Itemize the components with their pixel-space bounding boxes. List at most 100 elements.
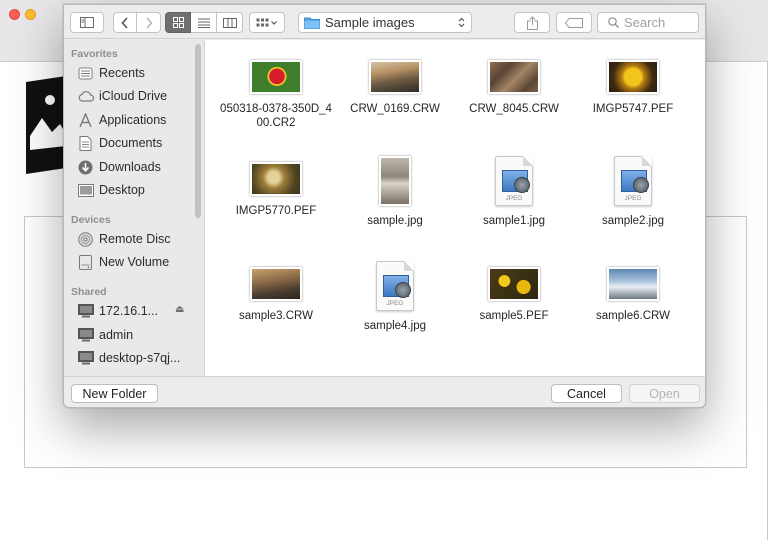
sidebar-item-label: Downloads [99, 160, 161, 174]
file-type-label: JPEG [624, 195, 642, 202]
file-item[interactable]: IMGP5770.PEF [218, 162, 334, 218]
desktop-icon [77, 183, 94, 197]
column-view-button[interactable] [217, 12, 243, 33]
share-icon [526, 15, 538, 30]
sidebar-item-shared-ip[interactable]: 172.16.1... ⏏ [77, 301, 184, 321]
sidebar-item-label: Recents [99, 66, 145, 80]
grid-view-icon [172, 17, 184, 28]
sidebar-icon [80, 17, 94, 28]
sidebar-item-label: Remote Disc [99, 232, 171, 246]
sidebar-item-recents[interactable]: Recents [77, 63, 145, 83]
eject-icon[interactable]: ⏏ [175, 304, 184, 315]
chevron-left-icon [121, 16, 128, 29]
document-icon [79, 135, 92, 151]
file-item[interactable]: CRW_0169.CRW [337, 60, 453, 116]
file-name: sample.jpg [367, 215, 423, 227]
file-name: sample1.jpg [482, 215, 545, 227]
sidebar-item-documents[interactable]: Documents [77, 133, 162, 153]
file-name: sample3.CRW [239, 310, 313, 322]
chevron-right-icon [145, 16, 153, 29]
file-thumbnail [250, 162, 302, 196]
sidebar-item-applications[interactable]: Applications [77, 110, 166, 130]
sidebar-item-label: 172.16.1... [99, 304, 159, 318]
sidebar-section-devices: Devices [71, 214, 111, 226]
back-button[interactable] [113, 12, 137, 33]
share-button[interactable] [514, 12, 550, 33]
sidebar-item-icloud-drive[interactable]: iCloud Drive [77, 86, 167, 106]
file-item[interactable]: sample6.CRW [575, 267, 691, 323]
file-thumbnail [250, 267, 302, 301]
sidebar-item-label: Desktop [99, 183, 145, 197]
file-item[interactable]: JPEG sample1.jpg [456, 156, 572, 228]
file-name: CRW_8045.CRW [469, 103, 559, 115]
drive-icon [79, 254, 92, 270]
file-type-label: JPEG [386, 300, 404, 307]
sidebar-item-new-volume[interactable]: New Volume [77, 252, 169, 272]
computer-icon [77, 351, 94, 365]
new-folder-button[interactable]: New Folder [71, 384, 158, 403]
file-item[interactable]: 050318-0378-350D_400.CR2 [218, 60, 334, 130]
open-button[interactable]: Open [629, 384, 700, 403]
cancel-button[interactable]: Cancel [551, 384, 622, 403]
file-thumbnail [488, 267, 540, 301]
sidebar-item-remote-disc[interactable]: Remote Disc [77, 229, 171, 249]
forward-button[interactable] [137, 12, 161, 33]
file-item[interactable]: sample3.CRW [218, 267, 334, 323]
file-item[interactable]: sample.jpg [337, 156, 453, 228]
disc-icon [78, 231, 93, 247]
arrange-menu-button[interactable] [249, 12, 285, 33]
icon-view-button[interactable] [165, 12, 191, 33]
jpeg-document-icon: JPEG [614, 156, 652, 206]
file-name: sample4.jpg [363, 320, 426, 332]
file-thumbnail [607, 60, 659, 94]
chevron-updown-icon [458, 17, 465, 28]
file-name: IMGP5770.PEF [235, 205, 317, 217]
column-view-icon [222, 17, 237, 28]
file-item[interactable]: IMGP5747.PEF [575, 60, 691, 116]
sidebar-item-desktop[interactable]: Desktop [77, 180, 145, 200]
sidebar-section-shared: Shared [71, 286, 107, 298]
search-placeholder: Search [624, 15, 666, 30]
list-view-icon [197, 18, 210, 28]
close-window-button[interactable] [9, 9, 20, 20]
open-file-dialog: Sample images Search Favorites Recents i… [63, 4, 706, 408]
search-icon [608, 17, 619, 28]
sidebar-item-label: Applications [99, 113, 167, 127]
tag-icon [565, 17, 583, 28]
location-label: Sample images [325, 15, 415, 30]
sidebar-item-downloads[interactable]: Downloads [77, 157, 161, 177]
file-name: sample5.PEF [479, 310, 549, 322]
sidebar-item-label: desktop-s7qj... [99, 351, 181, 365]
sidebar-item-desktop-share[interactable]: desktop-s7qj... [77, 348, 180, 368]
clock-icon [78, 67, 93, 79]
jpeg-document-icon: JPEG [495, 156, 533, 206]
sidebar-item-label: New Volume [99, 255, 170, 269]
sidebar-item-label: Documents [99, 136, 163, 150]
sidebar-item-admin[interactable]: admin [77, 325, 133, 345]
download-icon [78, 160, 93, 174]
image-placeholder-icon [26, 76, 66, 174]
applications-icon [79, 112, 92, 127]
jpeg-document-icon: JPEG [376, 261, 414, 311]
sidebar: Favorites Recents iCloud Drive Applicati… [64, 40, 205, 376]
location-popup[interactable]: Sample images [298, 12, 472, 33]
file-name: 050318-0378-350D_400.CR2 [220, 103, 332, 129]
computer-icon [77, 328, 94, 342]
file-item[interactable]: sample5.PEF [456, 267, 572, 323]
tags-button[interactable] [556, 12, 592, 33]
file-thumbnail [607, 267, 659, 301]
search-field[interactable]: Search [597, 12, 699, 33]
file-item[interactable]: CRW_8045.CRW [456, 60, 572, 116]
file-name: sample2.jpg [601, 215, 664, 227]
minimize-window-button[interactable] [25, 9, 36, 20]
folder-icon [304, 17, 320, 29]
dialog-toolbar: Sample images Search [64, 5, 705, 39]
file-item[interactable]: JPEG sample2.jpg [575, 156, 691, 228]
sidebar-scrollbar[interactable] [195, 44, 201, 218]
file-thumbnail [369, 60, 421, 94]
file-item[interactable]: JPEG sample4.jpg [337, 261, 453, 333]
sidebar-toggle-button[interactable] [70, 12, 104, 33]
list-view-button[interactable] [191, 12, 217, 33]
file-name: sample6.CRW [596, 310, 670, 322]
dialog-footer: New Folder Cancel Open [64, 376, 705, 407]
